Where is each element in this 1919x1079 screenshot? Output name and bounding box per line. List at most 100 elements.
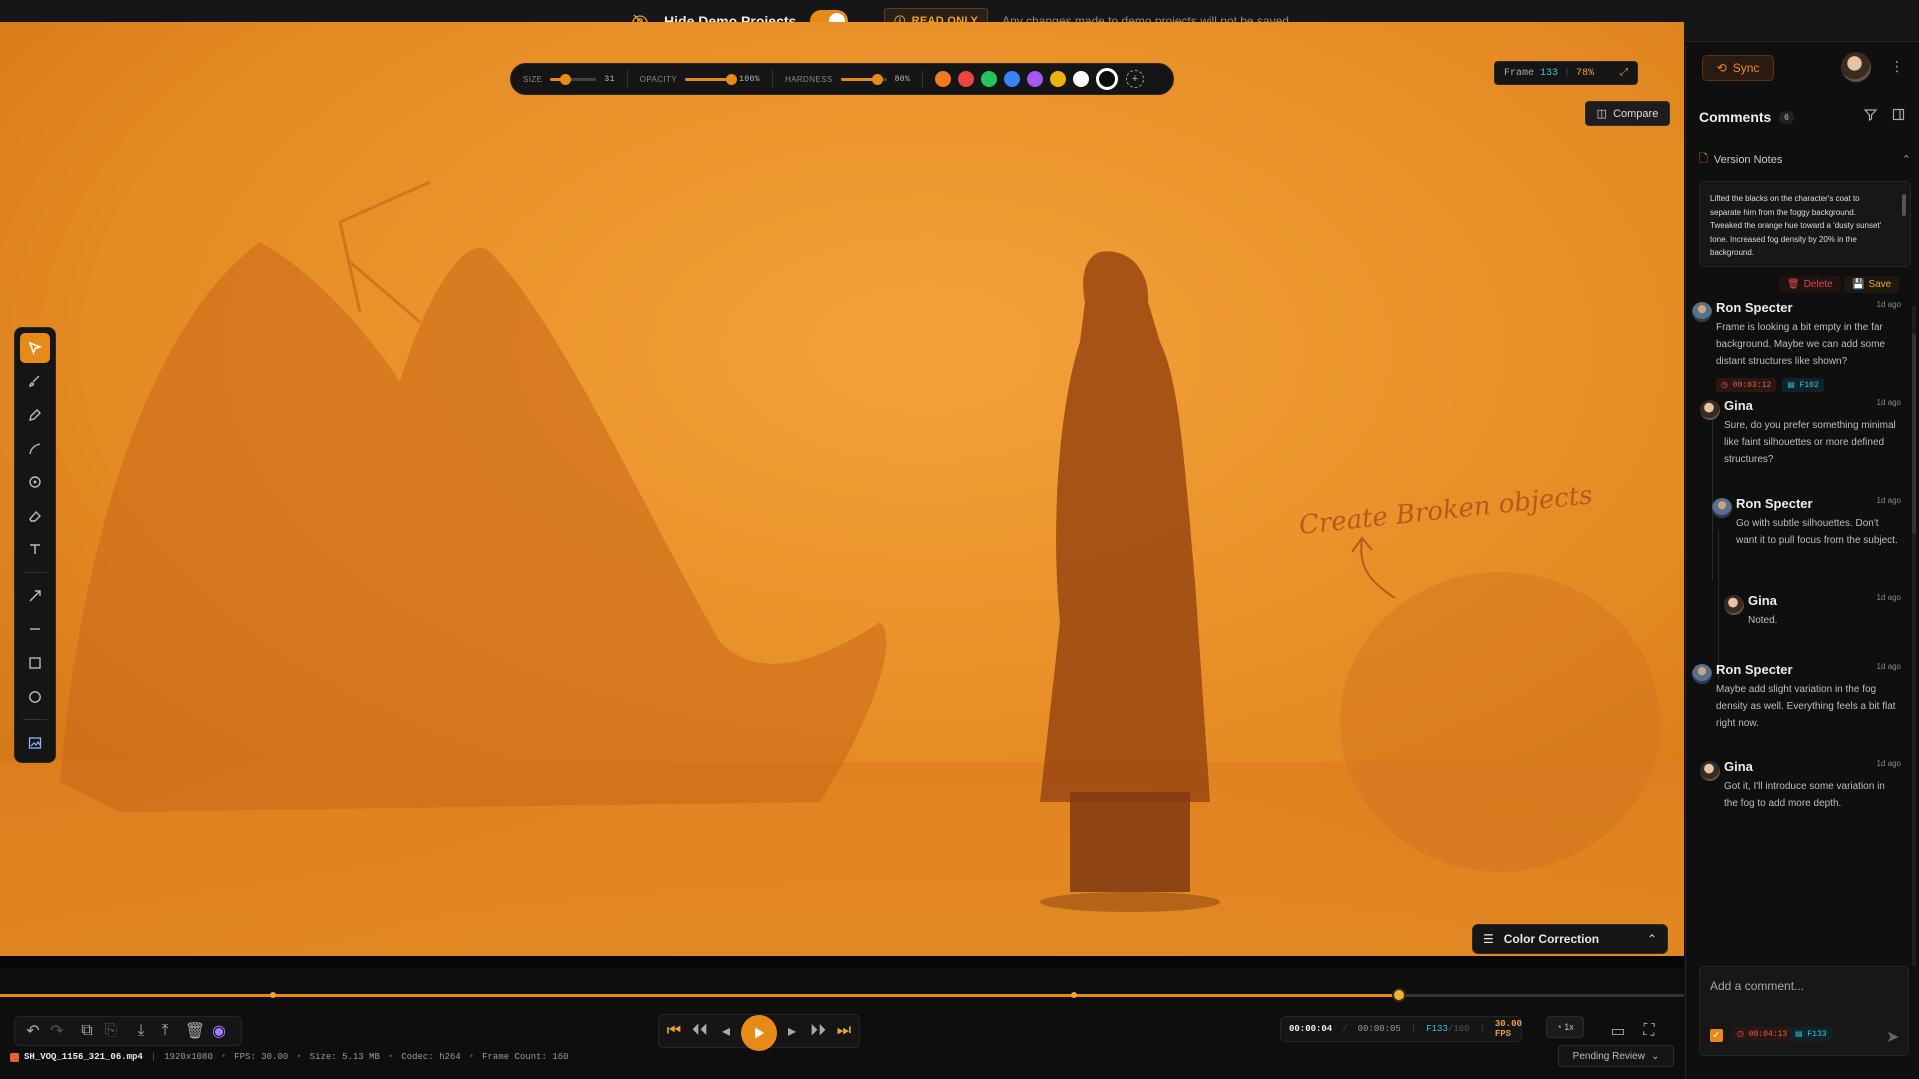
- visibility-icon[interactable]: ◉: [210, 1022, 228, 1040]
- hardness-value: 80%: [894, 74, 911, 84]
- scrollbar[interactable]: [1902, 194, 1906, 216]
- color-swatch[interactable]: [981, 71, 998, 87]
- image-icon[interactable]: [20, 728, 50, 758]
- file-info-bar: SH_VOQ_1156_321_06.mp4 | 1920x1080 • FPS…: [0, 1046, 1684, 1068]
- captions-icon[interactable]: ▭: [1609, 1022, 1627, 1040]
- version-notes-header[interactable]: 🗋 Version Notes ⌃: [1699, 150, 1911, 169]
- avatar[interactable]: [1841, 52, 1871, 82]
- attach-timestamp-checkbox[interactable]: ✓: [1710, 1029, 1723, 1042]
- prev-frame-icon[interactable]: ◂: [717, 1022, 735, 1040]
- video-frame[interactable]: Create Broken objects: [0, 22, 1684, 956]
- next-marker-icon[interactable]: ⏵⏵: [809, 1022, 827, 1040]
- chevron-up-icon[interactable]: ⌃: [1647, 932, 1657, 946]
- review-status-dropdown[interactable]: Pending Review ⌄: [1558, 1045, 1674, 1067]
- size-knob[interactable]: [559, 73, 571, 85]
- text-icon[interactable]: [20, 534, 50, 564]
- save-button[interactable]: 💾 Save: [1844, 276, 1900, 293]
- comment-time: 1d ago: [1876, 759, 1901, 768]
- size-track[interactable]: [550, 73, 597, 85]
- brush-icon[interactable]: [20, 367, 50, 397]
- drawing-tools: [14, 327, 56, 763]
- frame-tag[interactable]: ▤ F102: [1782, 378, 1824, 392]
- eraser-icon[interactable]: [20, 501, 50, 531]
- frame-label: Frame: [1504, 67, 1535, 79]
- chevron-up-icon[interactable]: ⌃: [1902, 153, 1911, 166]
- color-swatch[interactable]: [1096, 68, 1119, 90]
- delete-button[interactable]: 🗑 Delete: [1779, 276, 1841, 293]
- divider: [23, 719, 47, 721]
- timestamp-tag[interactable]: ◷ 00:04:13: [1732, 1027, 1793, 1041]
- size-slider[interactable]: SIZE 31: [523, 73, 615, 85]
- comment-item[interactable]: Gina 1d ago Noted.: [1724, 593, 1901, 629]
- marker-icon[interactable]: [20, 467, 50, 497]
- arrow-icon[interactable]: [20, 581, 50, 611]
- hardness-slider[interactable]: HARDNESS 80%: [784, 73, 911, 85]
- frame-total: /160: [1447, 1024, 1470, 1034]
- version-notes-text[interactable]: Lifted the blacks on the character's coa…: [1699, 181, 1911, 267]
- size-value: 31: [604, 74, 615, 84]
- undo-icon[interactable]: ↶: [24, 1022, 42, 1040]
- redo-icon[interactable]: ↷: [48, 1022, 66, 1040]
- comment-item[interactable]: Ron Specter 1d ago Go with subtle silhouet…: [1712, 496, 1901, 549]
- review-app: Hide Demo Projects ⓘ READ ONLY Any chang…: [0, 0, 1919, 1079]
- skip-start-icon[interactable]: ⏮: [665, 1022, 683, 1040]
- color-swatch[interactable]: [958, 71, 975, 87]
- playhead[interactable]: [1392, 988, 1407, 1002]
- fullscreen-icon[interactable]: ⛶: [1640, 1022, 1658, 1040]
- color-swatch[interactable]: [1050, 71, 1067, 87]
- next-frame-icon[interactable]: ▸: [783, 1022, 801, 1040]
- trash-icon[interactable]: 🗑: [185, 1022, 205, 1040]
- add-comment-box[interactable]: Add a comment... ✓ ◷ 00:04:13 ▤ F133 ➤: [1699, 966, 1909, 1056]
- timestamp-tag[interactable]: ◷ 00:03:12: [1716, 378, 1777, 392]
- send-icon[interactable]: ➤: [1886, 1027, 1899, 1047]
- expand-icon[interactable]: ⤢: [1620, 67, 1628, 79]
- chevron-down-icon: ⌄: [1650, 1050, 1660, 1062]
- timeline-marker[interactable]: [1071, 992, 1078, 998]
- color-correction-panel[interactable]: ☰ Color Correction ⌃: [1472, 924, 1668, 954]
- skip-end-icon[interactable]: ⏭: [835, 1022, 853, 1040]
- comment-item[interactable]: Ron Specter 1d ago Frame is looking a bit …: [1692, 300, 1901, 392]
- copy-icon[interactable]: ⧉: [78, 1022, 96, 1040]
- comment-input-placeholder[interactable]: Add a comment...: [1710, 979, 1804, 993]
- comment-item[interactable]: Gina 1d ago Got it, I'll introduce some va…: [1700, 759, 1901, 812]
- opacity-track[interactable]: [685, 73, 738, 85]
- ellipse-icon[interactable]: [20, 682, 50, 712]
- comment-item[interactable]: Ron Specter 1d ago Maybe add slight variat…: [1692, 662, 1901, 732]
- curve-icon[interactable]: [20, 434, 50, 464]
- timeline[interactable]: [0, 980, 1684, 1010]
- comment-time: 1d ago: [1876, 593, 1901, 602]
- opacity-slider[interactable]: OPACITY 100%: [640, 73, 760, 85]
- prev-marker-icon[interactable]: ⏴⏴: [691, 1022, 709, 1040]
- speed-button[interactable]: ◔ 1x: [1546, 1016, 1584, 1038]
- compare-button[interactable]: ◫ Compare: [1585, 101, 1670, 126]
- comments-scrollbar[interactable]: [1912, 306, 1916, 966]
- hardness-track[interactable]: [840, 73, 887, 85]
- paste-icon[interactable]: ⎘: [102, 1022, 120, 1040]
- hardness-knob[interactable]: [872, 73, 884, 85]
- version-notes-body: Lifted the blacks on the character's coa…: [1710, 194, 1882, 257]
- line-icon[interactable]: [20, 615, 50, 645]
- timeline-progress: [0, 994, 1400, 997]
- cursor-icon[interactable]: [20, 333, 50, 363]
- color-swatch[interactable]: [1004, 71, 1021, 87]
- pen-icon[interactable]: [20, 400, 50, 430]
- panel-toggle-icon[interactable]: [1892, 108, 1905, 126]
- color-swatch[interactable]: [1073, 71, 1090, 87]
- import-icon[interactable]: ⤓: [132, 1022, 150, 1040]
- color-swatch[interactable]: [1027, 71, 1044, 87]
- comment-item[interactable]: Gina 1d ago Sure, do you prefer something …: [1700, 398, 1901, 468]
- sync-button[interactable]: ⟲ Sync: [1702, 55, 1774, 81]
- scroll-thumb[interactable]: [1912, 334, 1916, 534]
- timeline-marker[interactable]: [269, 992, 276, 998]
- review-status-label: Pending Review: [1572, 1050, 1645, 1062]
- color-swatch[interactable]: [935, 71, 952, 87]
- opacity-knob[interactable]: [726, 73, 738, 85]
- note-icon: 🗋: [1699, 153, 1708, 165]
- hardness-label: HARDNESS: [784, 74, 833, 84]
- frame-tag[interactable]: ▤ F133: [1790, 1027, 1832, 1041]
- export-icon[interactable]: ⤒: [156, 1022, 174, 1040]
- more-options-icon[interactable]: ⋮: [1890, 58, 1904, 75]
- add-color-button[interactable]: +: [1126, 70, 1145, 88]
- rectangle-icon[interactable]: [20, 648, 50, 678]
- filter-icon[interactable]: [1863, 108, 1878, 126]
